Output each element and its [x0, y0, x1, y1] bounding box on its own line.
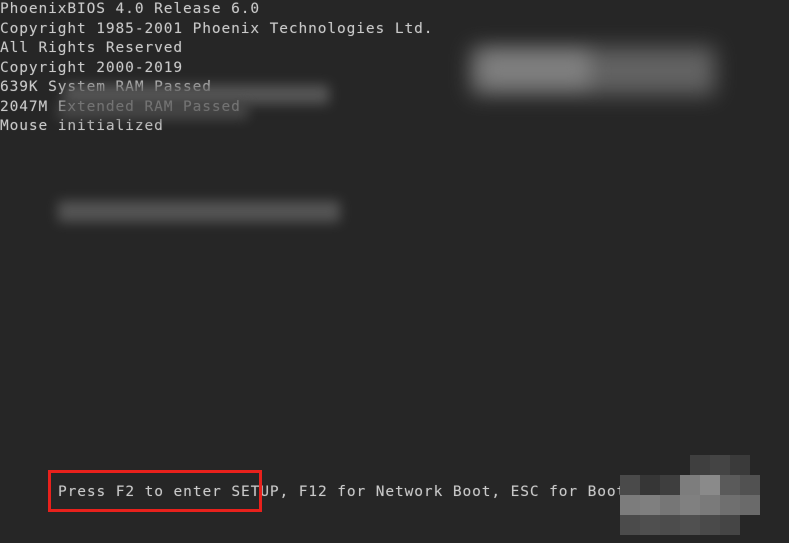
redaction-after-boot-menu	[600, 455, 760, 535]
mosaic-cell	[660, 495, 680, 515]
mosaic-cell	[620, 475, 640, 495]
prompt-separator-2: ,	[491, 484, 511, 500]
bios-copyright-phoenix-line: Copyright 1985-2001 Phoenix Technologies…	[0, 20, 434, 37]
prompt-separator-1: ,	[279, 484, 299, 500]
f12-network-boot-text[interactable]: F12 for Network Boot	[299, 484, 492, 500]
mosaic-cell	[640, 495, 660, 515]
redaction-below-mouse-initialized	[58, 201, 340, 222]
mosaic-cell	[640, 515, 660, 535]
redaction-below-copyright	[64, 85, 329, 104]
mosaic-cell	[720, 475, 740, 495]
mosaic-cell	[700, 475, 720, 495]
mosaic-cell	[740, 475, 760, 495]
mosaic-cell	[620, 495, 640, 515]
mosaic-cell	[720, 495, 740, 515]
mosaic-cell	[680, 475, 700, 495]
mosaic-cell	[660, 515, 680, 535]
mosaic-cell	[700, 495, 720, 515]
mosaic-cell	[680, 495, 700, 515]
redaction-below-copyright-secondary	[58, 103, 248, 119]
mosaic-cell	[640, 475, 660, 495]
redaction-top-right-highlight	[480, 52, 590, 86]
boot-prompt-line: Press F2 to enter SETUP, F12 for Network…	[58, 481, 674, 503]
mosaic-cell	[680, 515, 700, 535]
bios-post-screen: PhoenixBIOS 4.0 Release 6.0 Copyright 19…	[0, 0, 789, 543]
mosaic-cell	[730, 455, 750, 475]
mosaic-cell	[720, 515, 740, 535]
mouse-initialized-line: Mouse initialized	[0, 118, 164, 134]
mosaic-cell	[660, 475, 680, 495]
mosaic-cell	[700, 515, 720, 535]
mosaic-cell	[710, 455, 730, 475]
mosaic-cell	[740, 495, 760, 515]
mosaic-cell	[620, 515, 640, 535]
press-f2-setup-text[interactable]: Press F2 to enter SETUP	[58, 484, 279, 500]
mosaic-cell	[690, 455, 710, 475]
bios-version-line: PhoenixBIOS 4.0 Release 6.0	[0, 1, 261, 17]
